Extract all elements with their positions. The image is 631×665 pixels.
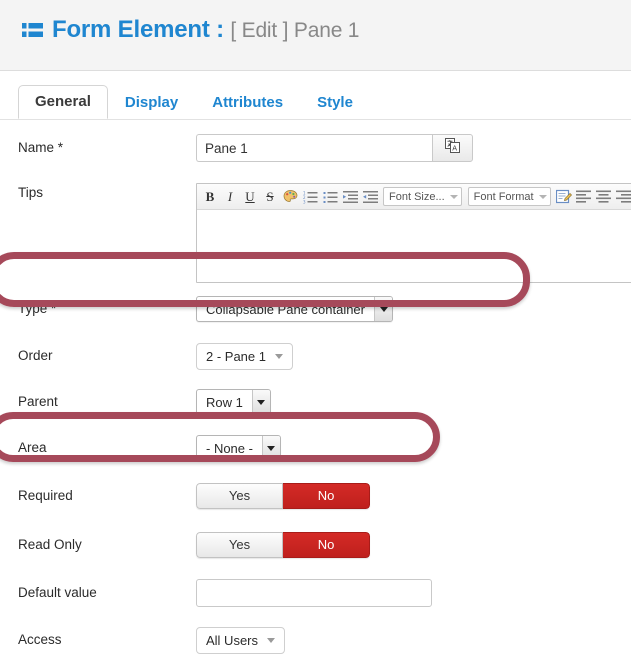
chevron-down-icon — [449, 194, 458, 199]
general-form: Name * A — [0, 121, 631, 663]
page-title: Form Element : [ Edit ] Pane 1 — [52, 16, 359, 44]
area-select[interactable]: - None - — [196, 435, 281, 461]
read-only-label: Read Only — [18, 536, 82, 552]
tips-field-wrap: B I U S 1 2 3 Font Size... Font Format — [196, 183, 631, 283]
editor-content-area[interactable] — [197, 210, 631, 282]
order-label: Order — [18, 348, 53, 364]
numbered-list-icon[interactable]: 1 2 3 — [300, 187, 320, 207]
required-toggle-no[interactable]: No — [283, 482, 370, 509]
area-select-value: - None - — [206, 440, 253, 456]
parent-select[interactable]: Row 1 — [196, 389, 271, 415]
chevron-down-icon — [261, 436, 280, 460]
order-field-wrap: 2 - Pane 1 — [196, 342, 631, 370]
access-row: Access All Users — [0, 617, 631, 663]
text-color-icon[interactable] — [280, 187, 300, 207]
page-title-subtitle: [ Edit ] Pane 1 — [230, 19, 360, 42]
required-label: Required — [18, 487, 73, 503]
font-format-select-value: Font Format — [473, 190, 534, 203]
default-value-label: Default value — [18, 585, 97, 601]
strikethrough-icon[interactable]: S — [260, 187, 280, 207]
access-select-value: All Users — [206, 632, 259, 648]
bulleted-list-icon[interactable] — [320, 187, 340, 207]
parent-label: Parent — [18, 394, 58, 410]
tab-general[interactable]: General — [18, 85, 108, 119]
tab-display[interactable]: Display — [108, 86, 195, 119]
list-icon — [22, 22, 52, 38]
area-row: Area - None - — [0, 425, 631, 471]
name-row: Name * A — [0, 121, 631, 175]
translate-icon: A — [445, 138, 460, 158]
type-select-value: Collapsable Pane container — [206, 301, 365, 317]
italic-icon[interactable]: I — [220, 187, 240, 207]
read-only-toggle-yes[interactable]: Yes — [196, 531, 283, 558]
indent-icon[interactable] — [340, 187, 360, 207]
tips-label: Tips — [18, 185, 44, 200]
parent-row: Parent Row 1 — [0, 379, 631, 425]
order-row: Order 2 - Pane 1 — [0, 333, 631, 379]
order-select-value: 2 - Pane 1 — [206, 348, 266, 364]
access-select[interactable]: All Users — [196, 626, 286, 654]
chevron-down-icon — [275, 353, 283, 359]
default-value-field-wrap — [196, 579, 631, 607]
order-select[interactable]: 2 - Pane 1 — [196, 342, 293, 370]
type-field-wrap: Collapsable Pane container — [196, 296, 631, 322]
translate-button[interactable]: A — [432, 134, 473, 162]
align-right-icon[interactable] — [614, 187, 631, 207]
page-header-inner: Form Element : [ Edit ] Pane 1 — [22, 16, 359, 44]
align-left-icon[interactable] — [574, 187, 594, 207]
read-only-toggle: Yes No — [196, 531, 370, 558]
tab-bar: General Display Attributes Style — [0, 71, 631, 121]
name-label: Name * — [18, 140, 64, 156]
font-size-select[interactable]: Font Size... — [383, 187, 462, 206]
editor-toolbar: B I U S 1 2 3 Font Size... Font Format — [197, 184, 631, 210]
type-label: Type * — [18, 301, 57, 317]
svg-text:A: A — [452, 145, 457, 153]
chevron-down-icon — [267, 637, 276, 643]
source-edit-icon[interactable] — [554, 187, 574, 207]
parent-select-value: Row 1 — [206, 394, 243, 410]
access-field-wrap: All Users — [196, 626, 631, 654]
tab-bar-divider — [0, 119, 631, 120]
font-format-select[interactable]: Font Format — [467, 187, 551, 206]
access-label: Access — [18, 632, 62, 648]
tab-list: General Display Attributes Style — [18, 85, 370, 119]
underline-icon[interactable]: U — [240, 187, 260, 207]
tips-row: Tips B I U S 1 2 3 Font Size... Font For… — [0, 175, 631, 285]
default-value-input[interactable] — [196, 579, 432, 607]
rich-text-editor: B I U S 1 2 3 Font Size... Font Format — [196, 183, 631, 283]
area-label: Area — [18, 440, 47, 456]
area-field-wrap: - None - — [196, 435, 631, 461]
chevron-down-icon — [374, 297, 392, 321]
font-size-select-value: Font Size... — [389, 190, 445, 203]
required-row: Required Yes No — [0, 471, 631, 520]
svg-text:3: 3 — [303, 199, 306, 204]
form-element-edit-page: Form Element : [ Edit ] Pane 1 General D… — [0, 0, 631, 665]
outdent-icon[interactable] — [360, 187, 380, 207]
required-field-wrap: Yes No — [196, 482, 631, 509]
align-center-icon[interactable] — [594, 187, 614, 207]
chevron-down-icon — [538, 194, 547, 199]
chevron-down-icon — [251, 390, 270, 414]
read-only-field-wrap: Yes No — [196, 531, 631, 558]
page-header: Form Element : [ Edit ] Pane 1 — [0, 0, 631, 71]
required-toggle-yes[interactable]: Yes — [196, 482, 283, 509]
parent-field-wrap: Row 1 — [196, 389, 631, 415]
name-input-group: A — [196, 134, 631, 162]
type-select[interactable]: Collapsable Pane container — [196, 296, 393, 322]
tab-style[interactable]: Style — [300, 86, 370, 119]
type-row: Type * Collapsable Pane container — [0, 285, 631, 333]
tab-attributes[interactable]: Attributes — [195, 86, 300, 119]
name-input[interactable] — [196, 134, 432, 162]
required-toggle: Yes No — [196, 482, 370, 509]
default-value-row: Default value — [0, 569, 631, 617]
name-field-wrap: A — [196, 134, 631, 162]
bold-icon[interactable]: B — [200, 187, 220, 207]
read-only-toggle-no[interactable]: No — [283, 531, 370, 558]
page-title-main: Form Element : — [52, 16, 224, 43]
read-only-row: Read Only Yes No — [0, 520, 631, 569]
